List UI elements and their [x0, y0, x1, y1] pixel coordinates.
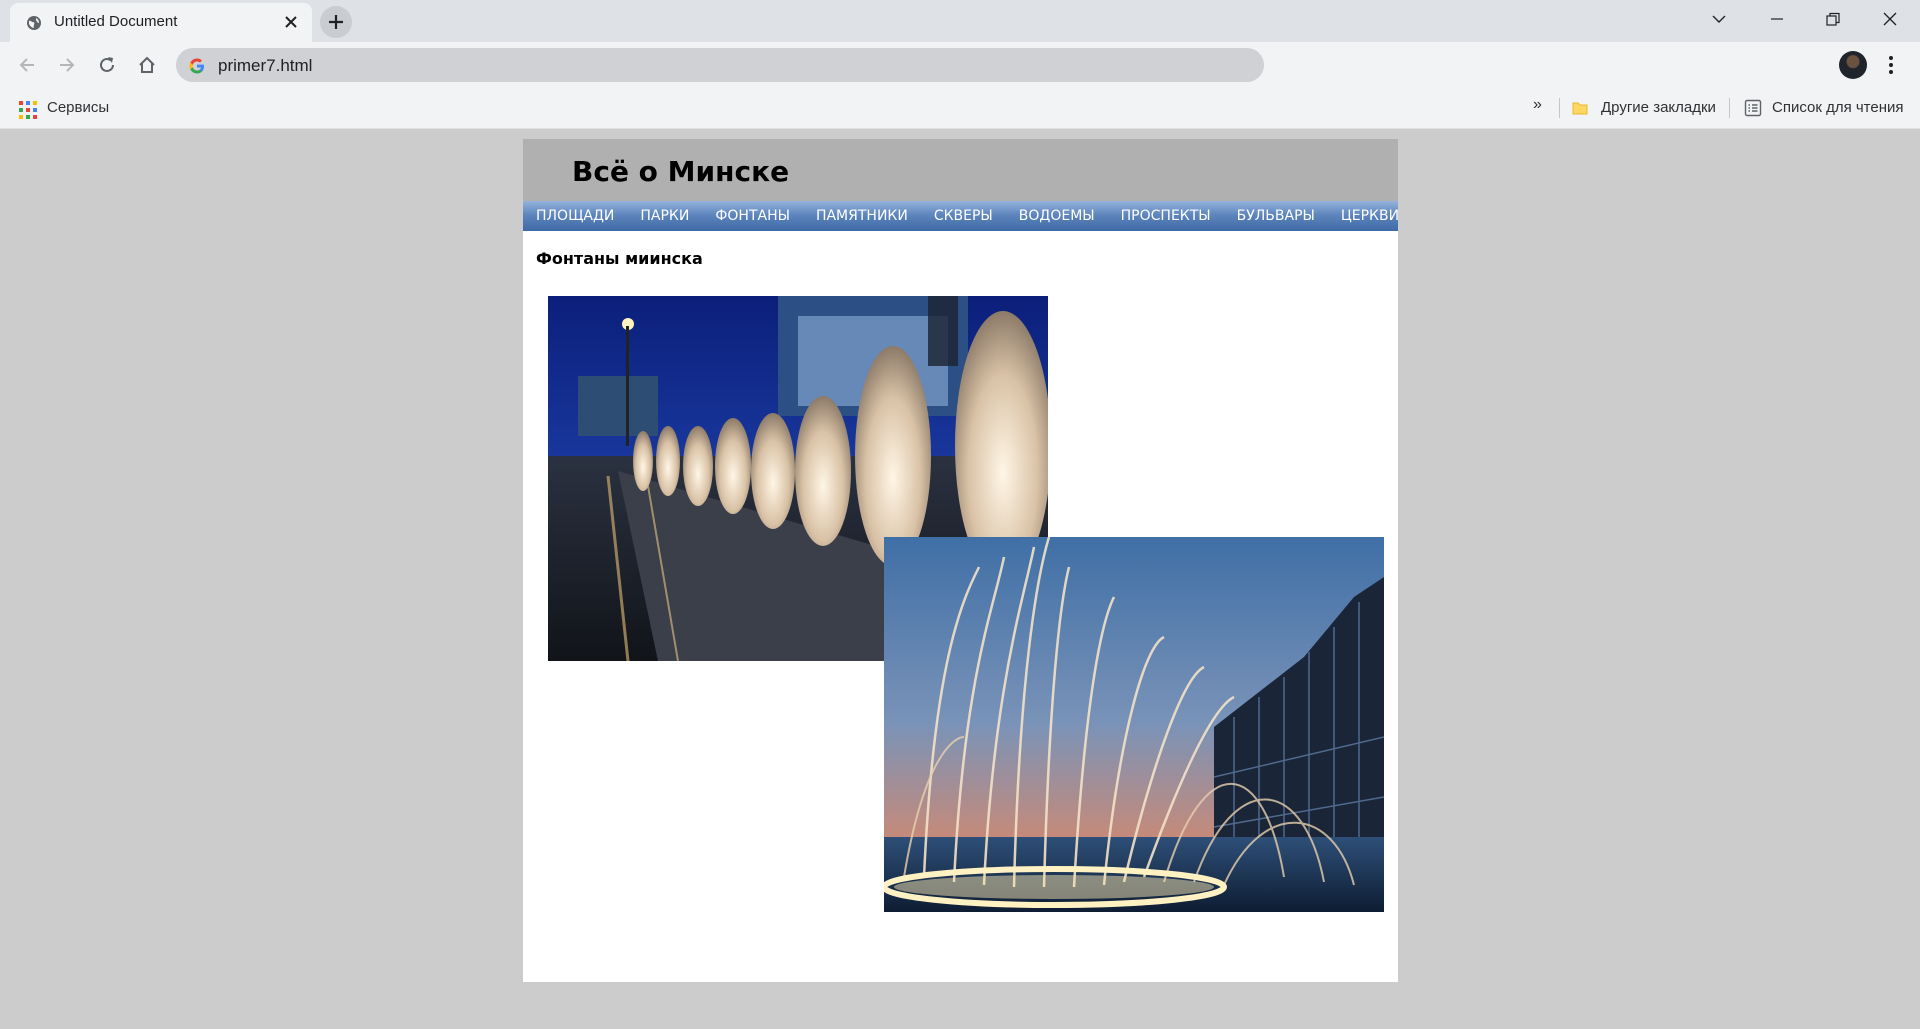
- close-window-button[interactable]: [1862, 0, 1918, 38]
- globe-icon: [27, 16, 41, 30]
- page-container: Всё о Минске ПЛОЩАДИ ПАРКИ ФОНТАНЫ ПАМЯТ…: [523, 139, 1399, 982]
- address-bar[interactable]: primer7.html: [176, 48, 1264, 82]
- main-nav: ПЛОЩАДИ ПАРКИ ФОНТАНЫ ПАМЯТНИКИ СКВЕРЫ В…: [523, 201, 1399, 231]
- minimize-button[interactable]: [1749, 0, 1805, 38]
- page-viewport: Всё о Минске ПЛОЩАДИ ПАРКИ ФОНТАНЫ ПАМЯТ…: [0, 129, 1920, 1029]
- bookmarks-overflow-button[interactable]: »: [1533, 96, 1542, 114]
- apps-bookmark[interactable]: Сервисы: [47, 99, 109, 116]
- reading-list-button[interactable]: Список для чтения: [1772, 99, 1904, 116]
- section-title: Фонтаны миинска: [536, 249, 703, 268]
- url-text: primer7.html: [218, 56, 313, 75]
- forward-button[interactable]: [52, 50, 82, 80]
- browser-titlebar: Untitled Document: [0, 0, 1920, 42]
- home-icon: [139, 56, 155, 73]
- browser-toolbar: primer7.html: [0, 42, 1920, 88]
- google-icon: [189, 58, 204, 74]
- nav-item-waters[interactable]: ВОДОЕМЫ: [1006, 208, 1108, 224]
- nav-item-churches[interactable]: ЦЕРКВИ: [1328, 208, 1412, 224]
- more-menu-icon[interactable]: [1886, 54, 1896, 76]
- folder-icon: [1572, 102, 1588, 115]
- site-header: Всё о Минске: [523, 139, 1398, 201]
- tab-search-button[interactable]: [1691, 0, 1747, 38]
- restore-button[interactable]: [1805, 0, 1861, 38]
- apps-grid-icon[interactable]: [19, 101, 37, 119]
- browser-tab[interactable]: Untitled Document: [10, 3, 312, 42]
- minimize-icon: [1771, 18, 1783, 20]
- profile-avatar[interactable]: [1839, 51, 1867, 79]
- site-title: Всё о Минске: [572, 155, 790, 188]
- nav-item-gardens[interactable]: СКВЕРЫ: [921, 208, 1006, 224]
- arrow-left-icon: [19, 58, 34, 72]
- nav-item-parks[interactable]: ПАРКИ: [627, 208, 702, 224]
- new-tab-button[interactable]: [320, 6, 352, 38]
- bookmarks-divider: [1559, 98, 1560, 118]
- plus-icon: [329, 15, 343, 29]
- nav-item-fountains[interactable]: ФОНТАНЫ: [702, 208, 803, 224]
- reload-button[interactable]: [92, 50, 122, 80]
- reload-icon: [100, 57, 114, 72]
- restore-icon: [1826, 12, 1840, 26]
- tab-title: Untitled Document: [54, 13, 178, 30]
- back-button[interactable]: [12, 50, 42, 80]
- bookmarks-bar: Сервисы » Другие закладки Список для чте…: [0, 88, 1920, 129]
- close-tab-icon[interactable]: [283, 14, 299, 30]
- bookmarks-divider: [1729, 98, 1730, 118]
- chevron-down-icon: [1712, 15, 1726, 23]
- nav-item-squares[interactable]: ПЛОЩАДИ: [523, 208, 627, 224]
- close-icon: [1883, 12, 1897, 26]
- nav-item-monuments[interactable]: ПАМЯТНИКИ: [803, 208, 921, 224]
- home-button[interactable]: [132, 50, 162, 80]
- reading-list-icon: [1744, 99, 1762, 117]
- fountain-photo-dusk: [884, 537, 1384, 912]
- nav-item-avenues[interactable]: ПРОСПЕКТЫ: [1108, 208, 1224, 224]
- other-bookmarks-button[interactable]: Другие закладки: [1601, 99, 1716, 116]
- arrow-right-icon: [60, 58, 75, 72]
- nav-item-boulevards[interactable]: БУЛЬВАРЫ: [1224, 208, 1328, 224]
